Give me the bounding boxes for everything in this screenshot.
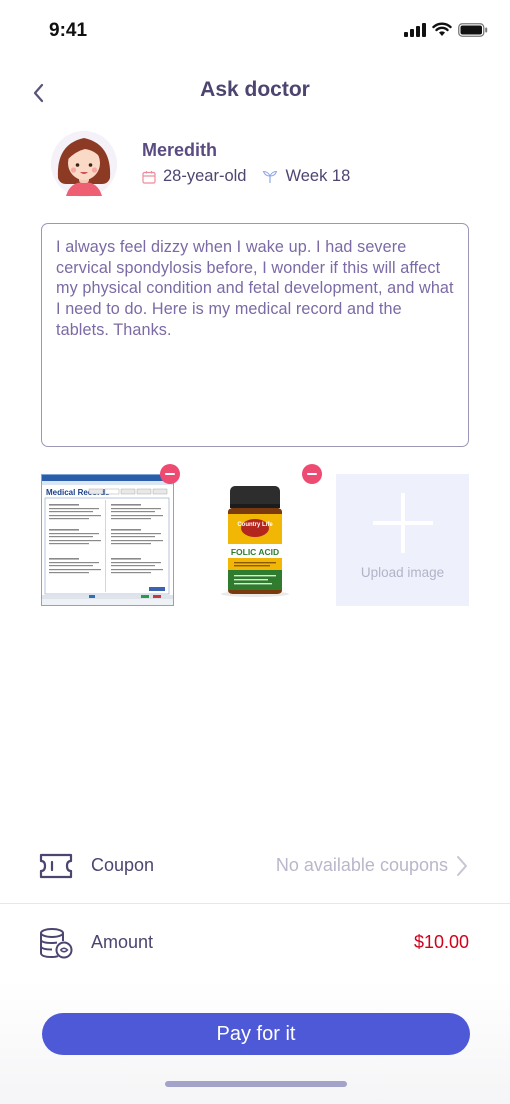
status-time: 9:41 — [49, 20, 88, 41]
patient-profile: Meredith 28-year-old Week 18 — [50, 126, 470, 201]
upload-image-label: Upload image — [360, 564, 445, 580]
status-bar: 9:41 — [0, 0, 510, 60]
attachment-images: Medical Records Country Life FOLIC ACID … — [40, 464, 469, 607]
remove-image-button[interactable] — [302, 464, 322, 484]
ticket-icon — [39, 853, 73, 879]
nav-bar: Ask doctor — [0, 70, 510, 110]
plus-icon — [372, 492, 433, 553]
tablet-label: FOLIC ACID — [231, 547, 279, 557]
upload-image-button[interactable]: Upload image — [336, 474, 469, 606]
signal-icon — [404, 22, 426, 37]
question-textarea[interactable]: I always feel dizzy when I wake up. I ha… — [41, 223, 469, 447]
patient-meta: 28-year-old Week 18 — [142, 167, 366, 186]
coupon-row[interactable]: Coupon No available coupons — [0, 828, 510, 904]
amount-label: Amount — [91, 932, 154, 952]
pay-button[interactable]: Pay for it — [42, 1013, 470, 1055]
calendar-icon — [142, 170, 156, 184]
remove-image-button[interactable] — [160, 464, 180, 484]
patient-age: 28-year-old — [163, 167, 247, 185]
week-item: Week 18 — [262, 167, 350, 186]
amount-value: $10.00 — [413, 932, 469, 952]
wifi-icon — [432, 22, 452, 36]
folic-acid-image[interactable]: Country Life FOLIC ACID — [188, 474, 321, 606]
coupon-label: Coupon — [91, 855, 155, 875]
coupon-value: No available coupons — [275, 855, 448, 875]
status-icons — [404, 22, 488, 37]
page-title: Ask doctor — [200, 78, 310, 101]
question-text: I always feel dizzy when I wake up. I ha… — [56, 238, 454, 339]
chevron-right-icon — [457, 856, 467, 876]
sprout-icon — [263, 170, 278, 183]
tablet-brand: Country Life — [237, 522, 273, 528]
avatar — [51, 131, 117, 197]
battery-icon — [458, 22, 488, 37]
medical-record-screenshot: Medical Records — [40, 473, 175, 607]
home-indicator[interactable] — [165, 1081, 347, 1087]
age-item: 28-year-old — [142, 167, 246, 186]
patient-name: Meredith — [142, 140, 218, 160]
coins-icon — [40, 928, 73, 959]
amount-row: Amount $10.00 — [0, 905, 510, 981]
medical-record-image[interactable]: Medical Records — [40, 473, 175, 607]
pregnancy-week: Week 18 — [285, 167, 351, 185]
folic-acid-bottle: Country Life FOLIC ACID — [188, 474, 321, 606]
